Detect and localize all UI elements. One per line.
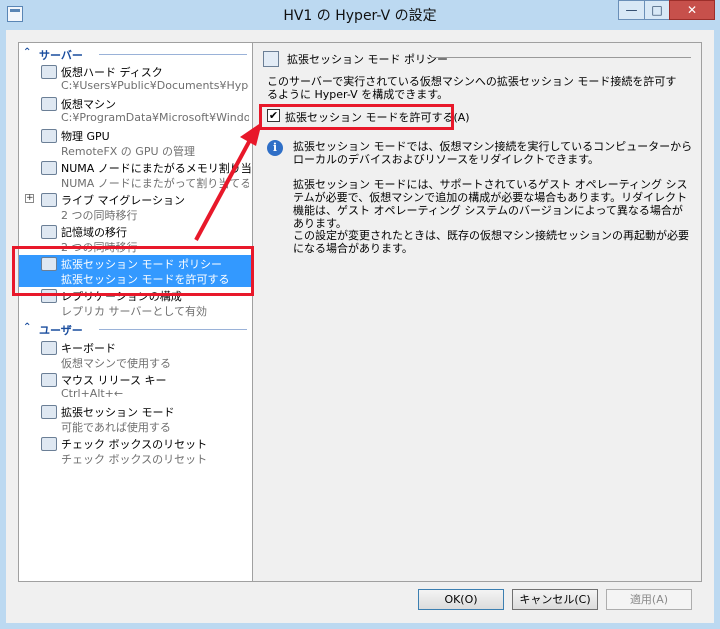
tree-item-virtual-machines[interactable]: 仮想マシン C:¥ProgramData¥Microsoft¥Windo... xyxy=(19,95,253,127)
storage-migration-icon xyxy=(41,225,57,239)
title-bar[interactable]: HV1 の Hyper-V の設定 — □ ✕ xyxy=(0,0,720,30)
keyboard-icon xyxy=(41,341,57,355)
numa-icon xyxy=(41,161,57,175)
tree-item-keyboard[interactable]: キーボード 仮想マシンで使用する xyxy=(19,339,253,371)
tree-item-subtext: Ctrl+Alt+← xyxy=(61,387,124,400)
migration-icon xyxy=(41,193,57,207)
tree-item-reset-check-boxes[interactable]: チェック ボックスのリセット チェック ボックスのリセット xyxy=(19,435,253,467)
tree-item-subtext: RemoteFX の GPU の管理 xyxy=(61,145,196,158)
policy-description: このサーバーで実行されている仮想マシンへの拡張セッション モード接続を許可するよ… xyxy=(267,75,677,101)
tree-item-label: 拡張セッション モード xyxy=(61,406,175,419)
tree-item-subtext: 可能であれば使用する xyxy=(61,421,171,434)
tree-item-live-migration[interactable]: + ライブ マイグレーション 2 つの同時移行 xyxy=(19,191,253,223)
close-button[interactable]: ✕ xyxy=(669,0,715,20)
highlight-box-tree-item xyxy=(12,246,254,296)
tree-item-label: チェック ボックスのリセット xyxy=(61,438,208,451)
expand-plus-icon[interactable]: + xyxy=(25,194,34,203)
section-title-user: ユーザー xyxy=(39,324,83,337)
collapse-chevron-icon[interactable]: ⌃ xyxy=(23,322,31,333)
tree-item-subtext: C:¥Users¥Public¥Documents¥Hype... xyxy=(61,79,249,92)
checkbox-reset-icon xyxy=(41,437,57,451)
info-paragraph-restart: この設定が変更されたときは、既存の仮想マシン接続セッションの再起動が必要になる場… xyxy=(293,229,689,255)
tree-item-label: NUMA ノードにまたがるメモリ割り当て xyxy=(61,162,254,175)
info-icon: i xyxy=(267,140,283,156)
section-title-server: サーバー xyxy=(39,49,83,62)
folder-vm-icon xyxy=(41,97,57,111)
tree-item-subtext: チェック ボックスのリセット xyxy=(61,453,208,466)
tree-item-subtext: NUMA ノードにまたがって割り当てる xyxy=(61,177,249,190)
mouse-icon xyxy=(41,373,57,387)
settings-tree[interactable]: ⌃ サーバー 仮想ハード ディスク C:¥Users¥Public¥Docume… xyxy=(18,42,254,582)
apply-button[interactable]: 適用(A) xyxy=(606,589,692,610)
tree-item-subtext: 仮想マシンで使用する xyxy=(61,357,171,370)
tree-item-label: キーボード xyxy=(61,342,116,355)
section-header-user[interactable]: ⌃ ユーザー xyxy=(19,321,253,337)
tree-item-label: マウス リリース キー xyxy=(61,374,167,387)
collapse-chevron-icon[interactable]: ⌃ xyxy=(23,47,31,58)
info-paragraph-redirect: 拡張セッション モードでは、仮想マシン接続を実行しているコンピューターからローカ… xyxy=(293,140,693,166)
tree-item-physical-gpu[interactable]: 物理 GPU RemoteFX の GPU の管理 xyxy=(19,127,253,159)
ok-button[interactable]: OK(O) xyxy=(418,589,504,610)
pane-heading: 拡張セッション モード ポリシー xyxy=(287,53,448,66)
tree-item-subtext: 2 つの同時移行 xyxy=(61,209,138,222)
minimize-button[interactable]: — xyxy=(618,0,645,20)
highlight-box-checkbox xyxy=(259,104,454,130)
section-divider xyxy=(99,329,247,330)
tree-item-label: 仮想ハード ディスク xyxy=(61,66,163,79)
tree-item-subtext: レプリカ サーバーとして有効 xyxy=(61,305,208,318)
hyper-v-settings-window: HV1 の Hyper-V の設定 — □ ✕ ⌃ サーバー 仮想ハード ディス… xyxy=(0,0,720,629)
tree-item-virtual-hard-disks[interactable]: 仮想ハード ディスク C:¥Users¥Public¥Documents¥Hyp… xyxy=(19,63,253,95)
tree-item-enhanced-session[interactable]: 拡張セッション モード 可能であれば使用する xyxy=(19,403,253,435)
maximize-button[interactable]: □ xyxy=(644,0,670,20)
info-paragraph-requirements: 拡張セッション モードには、サポートされているゲスト オペレーティング システム… xyxy=(293,178,688,230)
heading-divider xyxy=(431,57,691,58)
section-divider xyxy=(99,54,247,55)
tree-item-mouse-release-key[interactable]: マウス リリース キー Ctrl+Alt+← xyxy=(19,371,253,403)
section-header-server[interactable]: ⌃ サーバー xyxy=(19,46,253,62)
tree-item-subtext: C:¥ProgramData¥Microsoft¥Windo... xyxy=(61,111,249,124)
tree-item-label: 記憶域の移行 xyxy=(61,226,127,239)
gpu-icon xyxy=(41,129,57,143)
tree-item-label: ライブ マイグレーション xyxy=(61,194,186,207)
tree-item-numa-spanning[interactable]: NUMA ノードにまたがるメモリ割り当て NUMA ノードにまたがって割り当てる xyxy=(19,159,253,191)
enhanced-session-policy-icon xyxy=(263,51,279,67)
folder-icon xyxy=(41,65,57,79)
tree-item-label: 仮想マシン xyxy=(61,98,116,111)
cancel-button[interactable]: キャンセル(C) xyxy=(512,589,598,610)
tree-item-label: 物理 GPU xyxy=(61,130,110,143)
enhanced-session-icon xyxy=(41,405,57,419)
window-title: HV1 の Hyper-V の設定 xyxy=(283,8,437,24)
